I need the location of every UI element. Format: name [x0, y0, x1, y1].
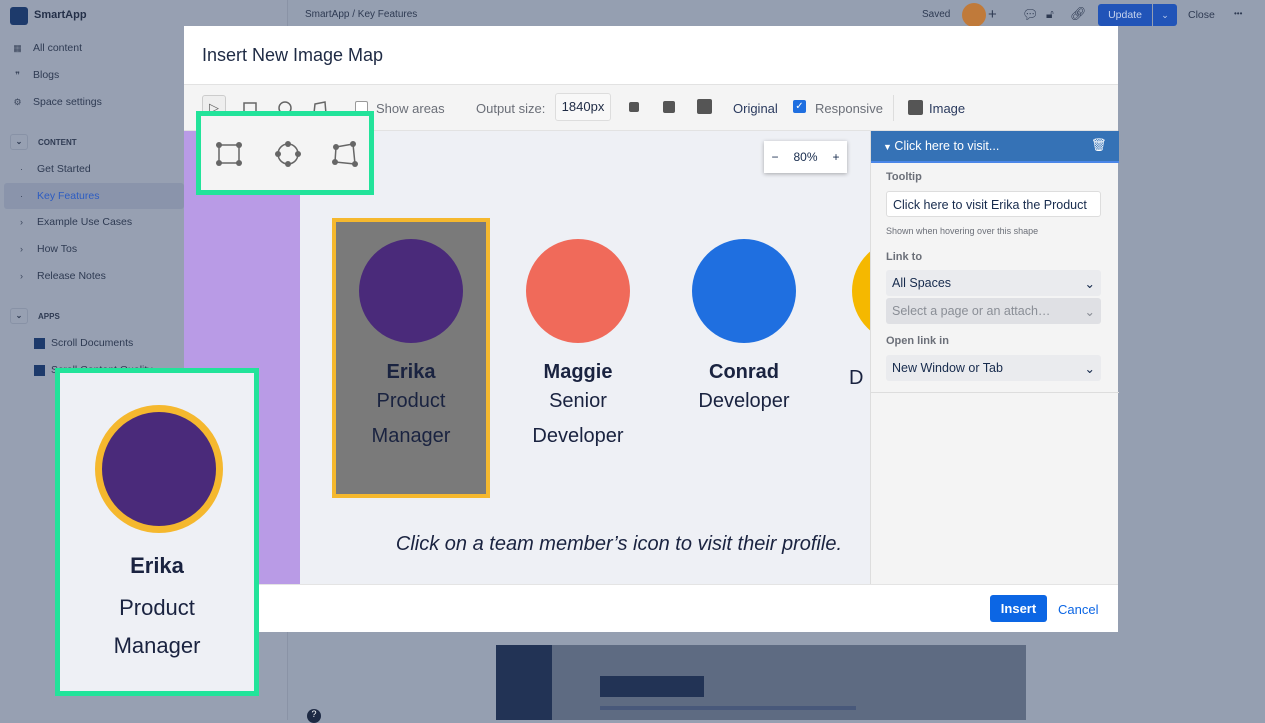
- content-section[interactable]: ⌄ CONTENT: [10, 134, 77, 150]
- callout-role: Product Manager: [113, 595, 201, 658]
- update-dropdown-button[interactable]: ⌄: [1153, 4, 1177, 26]
- link-to-label: Link to: [886, 251, 923, 263]
- page-preview: [496, 645, 1026, 720]
- responsive-checkbox[interactable]: ✓: [793, 100, 806, 113]
- chevron-down-icon[interactable]: ⌄: [10, 308, 28, 324]
- grid-icon: ▦: [13, 42, 22, 53]
- output-size-label: Output size:: [476, 101, 546, 116]
- tooltip-help: Shown when hovering over this shape: [886, 226, 1039, 236]
- sidebar-item-all-content[interactable]: ▦ All content: [12, 42, 82, 54]
- comment-icon[interactable]: 💬︎: [1022, 7, 1039, 23]
- zoom-control: − 80% +: [764, 141, 847, 173]
- space-select[interactable]: All Spaces ⌄: [886, 270, 1101, 296]
- tooltip-input[interactable]: Click here to visit Erika the Product: [886, 191, 1101, 217]
- cancel-button[interactable]: Cancel: [1058, 602, 1098, 617]
- page-select[interactable]: Select a page or an attach… ⌄: [886, 298, 1101, 324]
- gear-icon: ⚙: [13, 96, 22, 107]
- sidebar-app-scroll-documents[interactable]: Scroll Documents: [34, 337, 133, 349]
- avatar[interactable]: [962, 3, 986, 27]
- app-logo: [10, 7, 28, 25]
- chevron-down-icon: ⌄: [1084, 277, 1095, 291]
- chevron-down-icon: ⌄: [1084, 362, 1095, 376]
- breadcrumb[interactable]: SmartApp / Key Features: [305, 9, 417, 20]
- add-collaborator-icon[interactable]: +: [988, 6, 997, 23]
- zoom-out-button[interactable]: −: [771, 150, 778, 164]
- insert-button[interactable]: Insert: [990, 595, 1047, 622]
- chevron-right-icon: ›: [20, 217, 23, 227]
- rectangle-tool-icon[interactable]: [215, 141, 243, 167]
- lock-icon[interactable]: 🔓︎: [1046, 7, 1054, 22]
- image-button[interactable]: Image: [929, 101, 965, 116]
- image-icon: [908, 100, 923, 115]
- sidebar-item-example-use-cases[interactable]: › Example Use Cases: [16, 216, 132, 228]
- link-icon[interactable]: 🔗︎: [1070, 6, 1087, 22]
- sidebar-item-release-notes[interactable]: › Release Notes: [16, 270, 106, 282]
- selected-area-callout: Erika Product Manager: [55, 368, 259, 696]
- image-caption: Click on a team member’s icon to visit t…: [395, 533, 842, 555]
- open-link-select[interactable]: New Window or Tab ⌄: [886, 355, 1101, 381]
- callout-name: Erika: [130, 553, 184, 578]
- polygon-tool-icon[interactable]: [331, 140, 359, 168]
- output-size-input[interactable]: 1840px: [555, 93, 611, 121]
- sidebar-item-blogs[interactable]: ❞ Blogs: [12, 69, 59, 81]
- erika-avatar: [95, 405, 223, 533]
- shape-tools-callout: [196, 111, 374, 195]
- open-link-label: Open link in: [886, 335, 949, 347]
- close-button[interactable]: Close: [1188, 9, 1215, 21]
- dialog-title: Insert New Image Map: [202, 45, 384, 65]
- small-size-icon[interactable]: [629, 102, 639, 112]
- more-icon[interactable]: •••: [1234, 9, 1242, 18]
- area-properties-panel: ▼ Click here to visit... 🗑︎ Tooltip Click…: [870, 131, 1119, 584]
- app-icon: [34, 364, 45, 376]
- help-icon[interactable]: ?: [307, 709, 321, 723]
- image-canvas[interactable]: Erika Product Manager Maggie Senior Develo…: [184, 131, 870, 584]
- sidebar-item-get-started[interactable]: · Get Started: [16, 163, 91, 175]
- sidebar-item-how-tos[interactable]: › How Tos: [16, 243, 77, 255]
- area-header[interactable]: ▼ Click here to visit... 🗑︎: [871, 131, 1119, 163]
- circle-tool-icon[interactable]: [274, 140, 302, 168]
- large-size-icon[interactable]: [697, 99, 712, 114]
- person-maggie[interactable]: Maggie Senior Developer: [498, 239, 658, 454]
- zoom-in-button[interactable]: +: [832, 150, 839, 164]
- zoom-level: 80%: [793, 150, 818, 164]
- dialog-footer: Insert Cancel: [184, 584, 1118, 632]
- sidebar-item-key-features[interactable]: · Key Features: [16, 190, 99, 202]
- partial-avatar: [852, 239, 870, 343]
- chevron-right-icon: ›: [20, 244, 23, 254]
- medium-size-icon[interactable]: [663, 101, 675, 113]
- original-button[interactable]: Original: [733, 101, 778, 116]
- erika-avatar: [359, 239, 463, 343]
- chevron-down-icon[interactable]: ⌄: [10, 134, 28, 150]
- app-icon: [34, 337, 45, 349]
- saved-status: Saved: [922, 9, 951, 20]
- sidebar-item-space-settings[interactable]: ⚙ Space settings: [12, 96, 101, 108]
- chevron-down-icon: ⌄: [1084, 305, 1095, 319]
- trash-icon[interactable]: 🗑︎: [1091, 138, 1107, 153]
- show-areas-label: Show areas: [376, 101, 445, 116]
- app-name[interactable]: SmartApp: [34, 9, 87, 21]
- tooltip-label: Tooltip: [886, 171, 922, 183]
- chevron-right-icon: ›: [20, 271, 23, 281]
- maggie-avatar: [526, 239, 630, 343]
- caret-down-icon: ▼: [883, 142, 895, 152]
- quote-icon: ❞: [15, 69, 20, 80]
- person-erika[interactable]: Erika Product Manager: [331, 239, 491, 454]
- update-button[interactable]: Update: [1098, 4, 1152, 26]
- apps-section[interactable]: ⌄ APPS: [10, 308, 60, 324]
- responsive-label: Responsive: [815, 101, 883, 116]
- person-partial[interactable]: D: [774, 239, 870, 396]
